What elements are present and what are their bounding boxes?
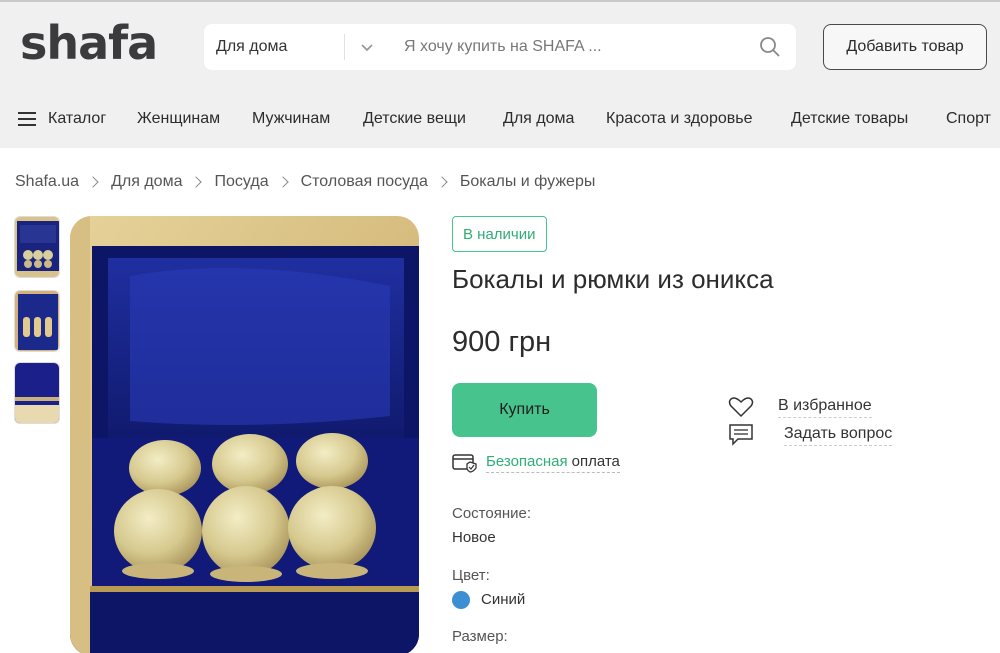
nav-item-beauty[interactable]: Красота и здоровье bbox=[606, 110, 752, 128]
thumbnail-image bbox=[15, 363, 59, 423]
heart-icon bbox=[728, 397, 754, 418]
nav-item-kids-goods[interactable]: Детские товары bbox=[791, 110, 908, 128]
nav-item-home[interactable]: Для дома bbox=[503, 110, 574, 128]
menu-icon[interactable] bbox=[18, 112, 36, 126]
safe-payment-text: Безопасная оплата bbox=[486, 453, 620, 473]
condition-value: Новое bbox=[452, 529, 496, 546]
search-bar: Для дома bbox=[204, 24, 796, 70]
search-input[interactable] bbox=[394, 24, 744, 70]
product-price: 900 грн bbox=[452, 326, 552, 358]
breadcrumb-item[interactable]: Для дома bbox=[111, 173, 182, 191]
condition-label: Состояние: bbox=[452, 505, 532, 522]
safe-payment[interactable]: Безопасная оплата bbox=[452, 453, 620, 473]
breadcrumb-item[interactable]: Столовая посуда bbox=[301, 173, 428, 191]
secure-card-icon bbox=[452, 454, 477, 473]
product-title: Бокалы и рюмки из оникса bbox=[452, 264, 774, 294]
thumbnail-image bbox=[15, 217, 59, 277]
safe-payment-label: оплата bbox=[571, 453, 620, 470]
search-icon[interactable] bbox=[758, 35, 782, 59]
breadcrumb-item[interactable]: Посуда bbox=[214, 173, 268, 191]
chevron-right-icon bbox=[190, 176, 203, 188]
chevron-right-icon bbox=[87, 176, 99, 188]
nav-item-kids-clothes[interactable]: Детские вещи bbox=[363, 110, 466, 128]
favorites-label: В избранное bbox=[778, 397, 872, 418]
product-photo bbox=[70, 216, 419, 653]
breadcrumb-item[interactable]: Бокалы и фужеры bbox=[460, 173, 595, 191]
color-value: Синий bbox=[481, 591, 526, 608]
color-swatch bbox=[452, 591, 470, 609]
ask-question[interactable]: Задать вопрос bbox=[728, 423, 893, 447]
size-label: Размер: bbox=[452, 628, 508, 645]
site-header: shafa Для дома Добавить товар Каталог Же… bbox=[0, 0, 1000, 148]
chevron-right-icon bbox=[276, 176, 289, 188]
product-thumbnail[interactable] bbox=[14, 362, 60, 424]
ask-question-label: Задать вопрос bbox=[784, 425, 893, 446]
breadcrumb: Shafa.ua Для дома Посуда Столовая посуда… bbox=[15, 173, 595, 191]
product-thumbnail[interactable] bbox=[14, 216, 60, 278]
buy-button[interactable]: Купить bbox=[452, 383, 597, 437]
category-select-value: Для дома bbox=[216, 38, 288, 55]
thumbnail-image bbox=[15, 291, 59, 351]
chevron-down-icon[interactable] bbox=[358, 38, 376, 56]
divider bbox=[344, 34, 345, 60]
chevron-right-icon bbox=[436, 176, 448, 188]
safe-payment-link[interactable]: Безопасная bbox=[486, 453, 568, 470]
message-icon bbox=[729, 424, 753, 446]
nav-item-women[interactable]: Женщинам bbox=[137, 110, 220, 128]
nav-item-men[interactable]: Мужчинам bbox=[252, 110, 330, 128]
add-to-favorites[interactable]: В избранное bbox=[728, 396, 872, 418]
product-main-image[interactable] bbox=[70, 216, 419, 653]
nav-item-sport[interactable]: Спорт bbox=[946, 110, 991, 128]
nav-item-catalog[interactable]: Каталог bbox=[48, 110, 106, 128]
site-logo[interactable]: shafa bbox=[20, 16, 158, 70]
availability-badge: В наличии bbox=[452, 216, 547, 252]
product-thumbnail[interactable] bbox=[14, 290, 60, 352]
breadcrumb-item[interactable]: Shafa.ua bbox=[15, 173, 79, 191]
add-product-button[interactable]: Добавить товар bbox=[823, 24, 987, 70]
color-label: Цвет: bbox=[452, 567, 490, 584]
category-nav: Каталог Женщинам Мужчинам Детские вещи Д… bbox=[0, 102, 1000, 138]
